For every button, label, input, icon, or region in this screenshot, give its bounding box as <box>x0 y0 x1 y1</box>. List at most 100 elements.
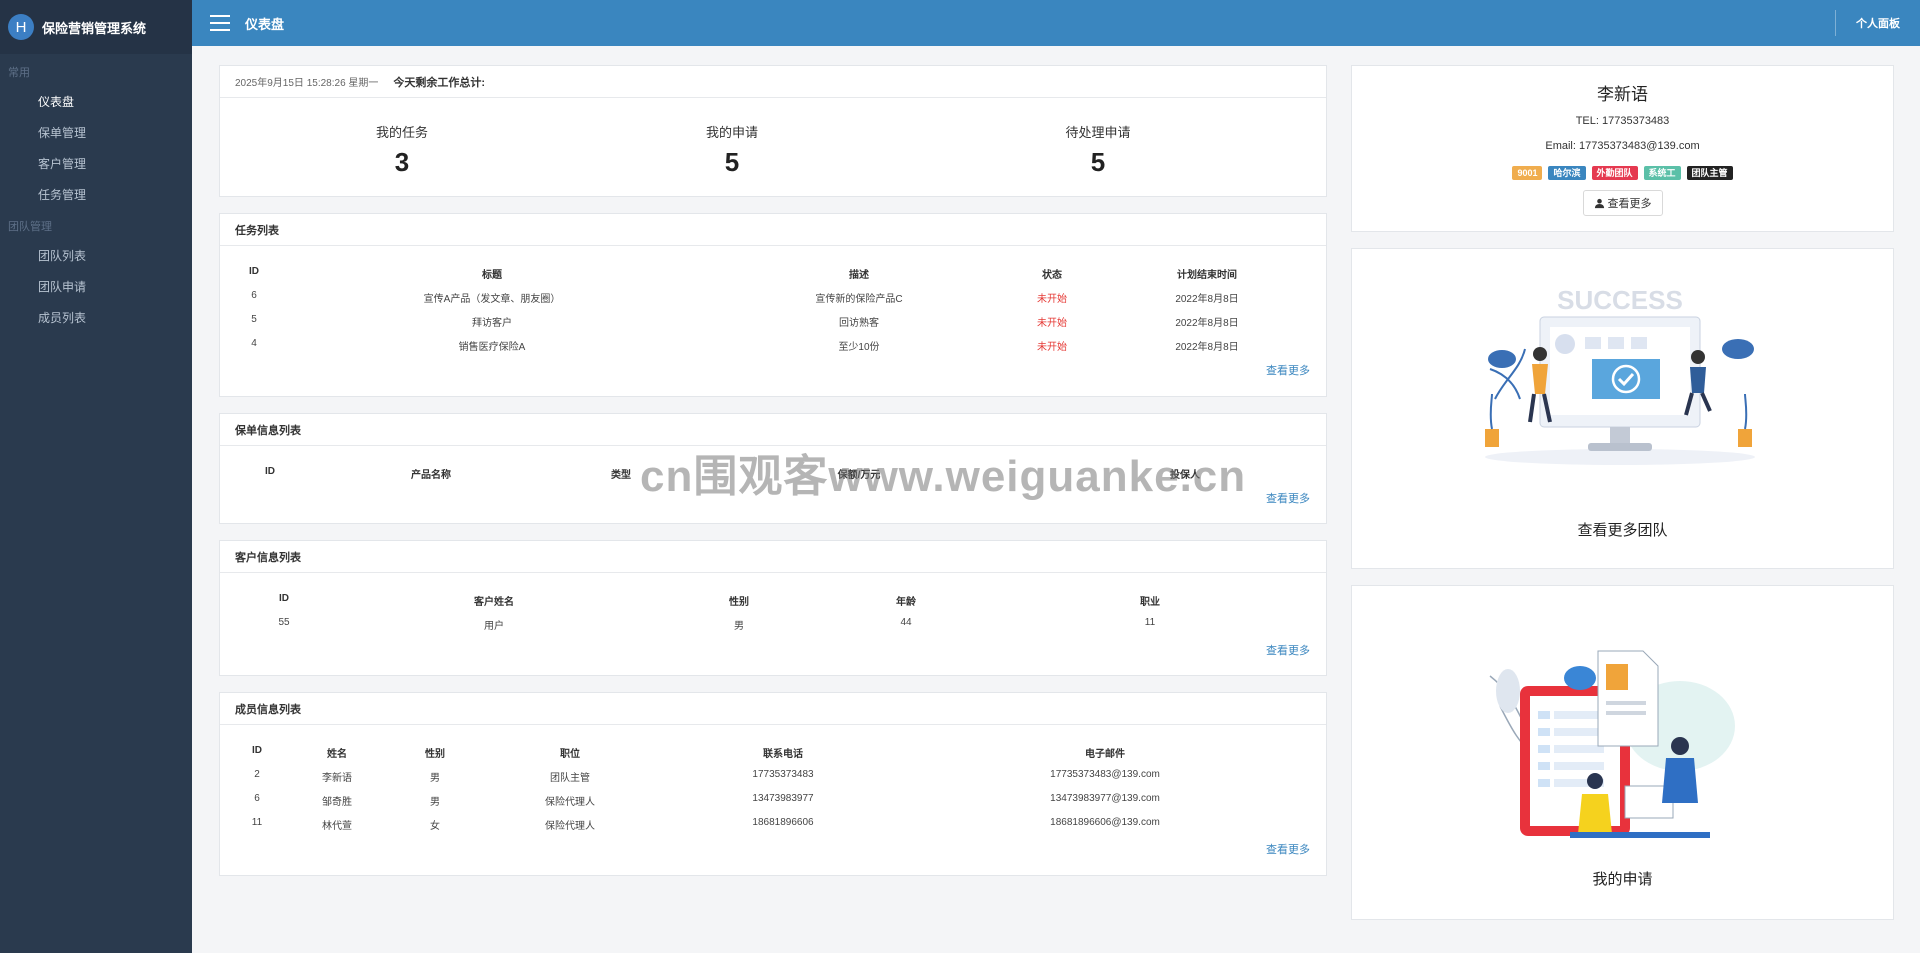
table-cell: 2022年8月8日 <box>1175 294 1239 305</box>
application-illustration <box>1489 650 1735 838</box>
table-cell: 李新语 <box>322 773 352 784</box>
table-cell: 2 <box>254 769 260 780</box>
profile-tel: TEL: 17735373483 <box>1575 115 1670 127</box>
current-datetime: 2025年9月15日 15:28:26 星期一 <box>235 78 379 89</box>
table-cell: 宣传A产品（发文章、朋友圈） <box>423 294 561 305</box>
table-header-cell[interactable]: 年龄 <box>896 593 916 608</box>
success-illustration: SUCCESS <box>1485 289 1755 465</box>
table-header-cell[interactable]: 性别 <box>729 593 749 608</box>
customer-list-title: 客户信息列表 <box>220 541 1326 573</box>
brand-logo: H <box>8 14 34 40</box>
application-card-caption: 我的申请 <box>1592 871 1653 888</box>
profile-view-more-label: 查看更多 <box>1607 198 1652 210</box>
table-cell: 11 <box>251 817 263 828</box>
work-summary-label: 今天剩余工作总计: <box>393 76 486 89</box>
table-cell: 5 <box>251 314 257 325</box>
table-header-cell[interactable]: 类型 <box>611 466 631 481</box>
table-cell: 6 <box>254 793 260 804</box>
sidebar-item[interactable]: 客户管理 <box>0 148 192 179</box>
table-cell: 未开始 <box>1037 318 1067 329</box>
table-header-cell[interactable]: 描述 <box>849 266 869 281</box>
table-cell: 17735373483 <box>752 769 814 780</box>
profile-badge: 9001 <box>1512 166 1543 180</box>
table-header-cell[interactable]: ID <box>252 745 262 756</box>
table-cell: 至少10份 <box>838 342 880 353</box>
table-header-cell[interactable]: 状态 <box>1042 266 1062 281</box>
sidebar-section-label: 团队管理 <box>8 221 52 233</box>
stat-label: 我的任务 <box>375 125 428 140</box>
application-card[interactable]: 我的申请 <box>1351 585 1894 920</box>
table-cell: 18681896606 <box>752 817 814 828</box>
table-header-cell[interactable]: 标题 <box>482 266 502 281</box>
table-header-cell[interactable]: ID <box>249 266 259 277</box>
task-list-card: 任务列表 ID 标题 描述 状态 计划结束时间 6 宣传A产品（发文章、朋友圈） 宣传新的保险… <box>219 213 1327 397</box>
table-cell: 男 <box>734 621 744 632</box>
stat-label: 我的申请 <box>705 125 758 140</box>
stat-value: 3 <box>394 147 410 177</box>
table-header-cell[interactable]: ID <box>265 466 275 477</box>
sidebar-item[interactable]: 团队列表 <box>0 240 192 271</box>
table-cell: 用户 <box>484 621 504 632</box>
customer-list-card: 客户信息列表 ID 客户姓名 性别 年龄 职业 55 用户 男 44 11 查看更多 <box>219 540 1327 676</box>
sidebar-item[interactable]: 团队申请 <box>0 271 192 302</box>
table-header-cell[interactable]: 联系电话 <box>763 745 803 760</box>
table-cell: 男 <box>430 797 440 808</box>
table-cell: 2022年8月8日 <box>1175 342 1239 353</box>
table-cell: 邹奇胜 <box>322 797 352 808</box>
policy-more-link[interactable]: 查看更多 <box>1266 490 1310 506</box>
stat-label: 待处理申请 <box>1065 125 1131 140</box>
table-cell: 18681896606@139.com <box>1050 817 1160 828</box>
team-card[interactable]: SUCCESS 查看更多团队 <box>1351 248 1894 569</box>
member-more-link[interactable]: 查看更多 <box>1266 841 1310 857</box>
brand[interactable]: H 保险营销管理系统 <box>0 0 192 54</box>
table-header-cell[interactable]: 职位 <box>560 745 580 760</box>
table-cell: 男 <box>430 773 440 784</box>
customer-more-link[interactable]: 查看更多 <box>1266 642 1310 658</box>
table-cell: 林代萱 <box>322 821 352 832</box>
hamburger-menu-icon[interactable] <box>210 15 230 31</box>
table-header-cell[interactable]: 姓名 <box>327 745 347 760</box>
sidebar-item[interactable]: 仪表盘 <box>0 86 192 117</box>
table-cell: 44 <box>900 617 912 628</box>
profile-name: 李新语 <box>1597 85 1648 104</box>
table-header-cell[interactable]: 性别 <box>425 745 445 760</box>
table-cell: 17735373483@139.com <box>1050 769 1160 780</box>
stat-pending-applications[interactable]: 待处理申请 5 <box>1018 122 1178 178</box>
table-cell: 6 <box>251 290 257 301</box>
table-header-cell[interactable]: ID <box>279 593 289 604</box>
table-header-cell[interactable]: 客户姓名 <box>474 593 514 608</box>
table-header-cell[interactable]: 电子邮件 <box>1085 745 1125 760</box>
table-header-cell[interactable]: 产品名称 <box>411 466 451 481</box>
profile-badge: 系统工 <box>1643 166 1681 180</box>
user-icon <box>1594 198 1604 208</box>
table-header-cell[interactable]: 职业 <box>1140 593 1160 608</box>
profile-badges: 9001 哈尔滨 外勤团队 系统工 团队主管 <box>1352 166 1893 180</box>
stat-my-applications[interactable]: 我的申请 5 <box>652 122 812 178</box>
personal-panel-link[interactable]: 个人面板 <box>1835 10 1920 36</box>
table-cell: 11 <box>1144 617 1156 628</box>
sidebar-nav: 常用仪表盘 保单管理 客户管理 任务管理团队管理团队列表 团队申请 成员列表 <box>0 54 192 333</box>
table-cell: 保险代理人 <box>545 821 595 832</box>
page-title: 仪表盘 <box>245 16 285 32</box>
profile-badge: 哈尔滨 <box>1548 166 1586 180</box>
table-cell: 13473983977 <box>752 793 814 804</box>
stats-card: 2025年9月15日 15:28:26 星期一 今天剩余工作总计: 我的任务 3… <box>219 65 1327 197</box>
table-cell: 宣传新的保险产品C <box>815 294 903 305</box>
stat-my-tasks[interactable]: 我的任务 3 <box>322 122 482 178</box>
profile-badge: 团队主管 <box>1686 166 1733 180</box>
watermark: cn围观客www.weiguanke.cn <box>640 452 1247 501</box>
table-cell: 13473983977@139.com <box>1050 793 1160 804</box>
sidebar-item[interactable]: 任务管理 <box>0 179 192 210</box>
sidebar-section-label: 常用 <box>8 67 30 79</box>
stats-header: 2025年9月15日 15:28:26 星期一 今天剩余工作总计: <box>220 66 1326 98</box>
table-cell: 销售医疗保险A <box>458 342 526 353</box>
stat-value: 5 <box>1090 147 1106 177</box>
sidebar-item[interactable]: 保单管理 <box>0 117 192 148</box>
table-cell: 团队主管 <box>550 773 590 784</box>
profile-view-more-button[interactable]: 查看更多 <box>1582 190 1663 216</box>
table-header-cell[interactable]: 计划结束时间 <box>1177 266 1237 281</box>
task-list-title: 任务列表 <box>220 214 1326 246</box>
sidebar-item[interactable]: 成员列表 <box>0 302 192 333</box>
task-more-link[interactable]: 查看更多 <box>1266 362 1310 378</box>
table-cell: 2022年8月8日 <box>1175 318 1239 329</box>
